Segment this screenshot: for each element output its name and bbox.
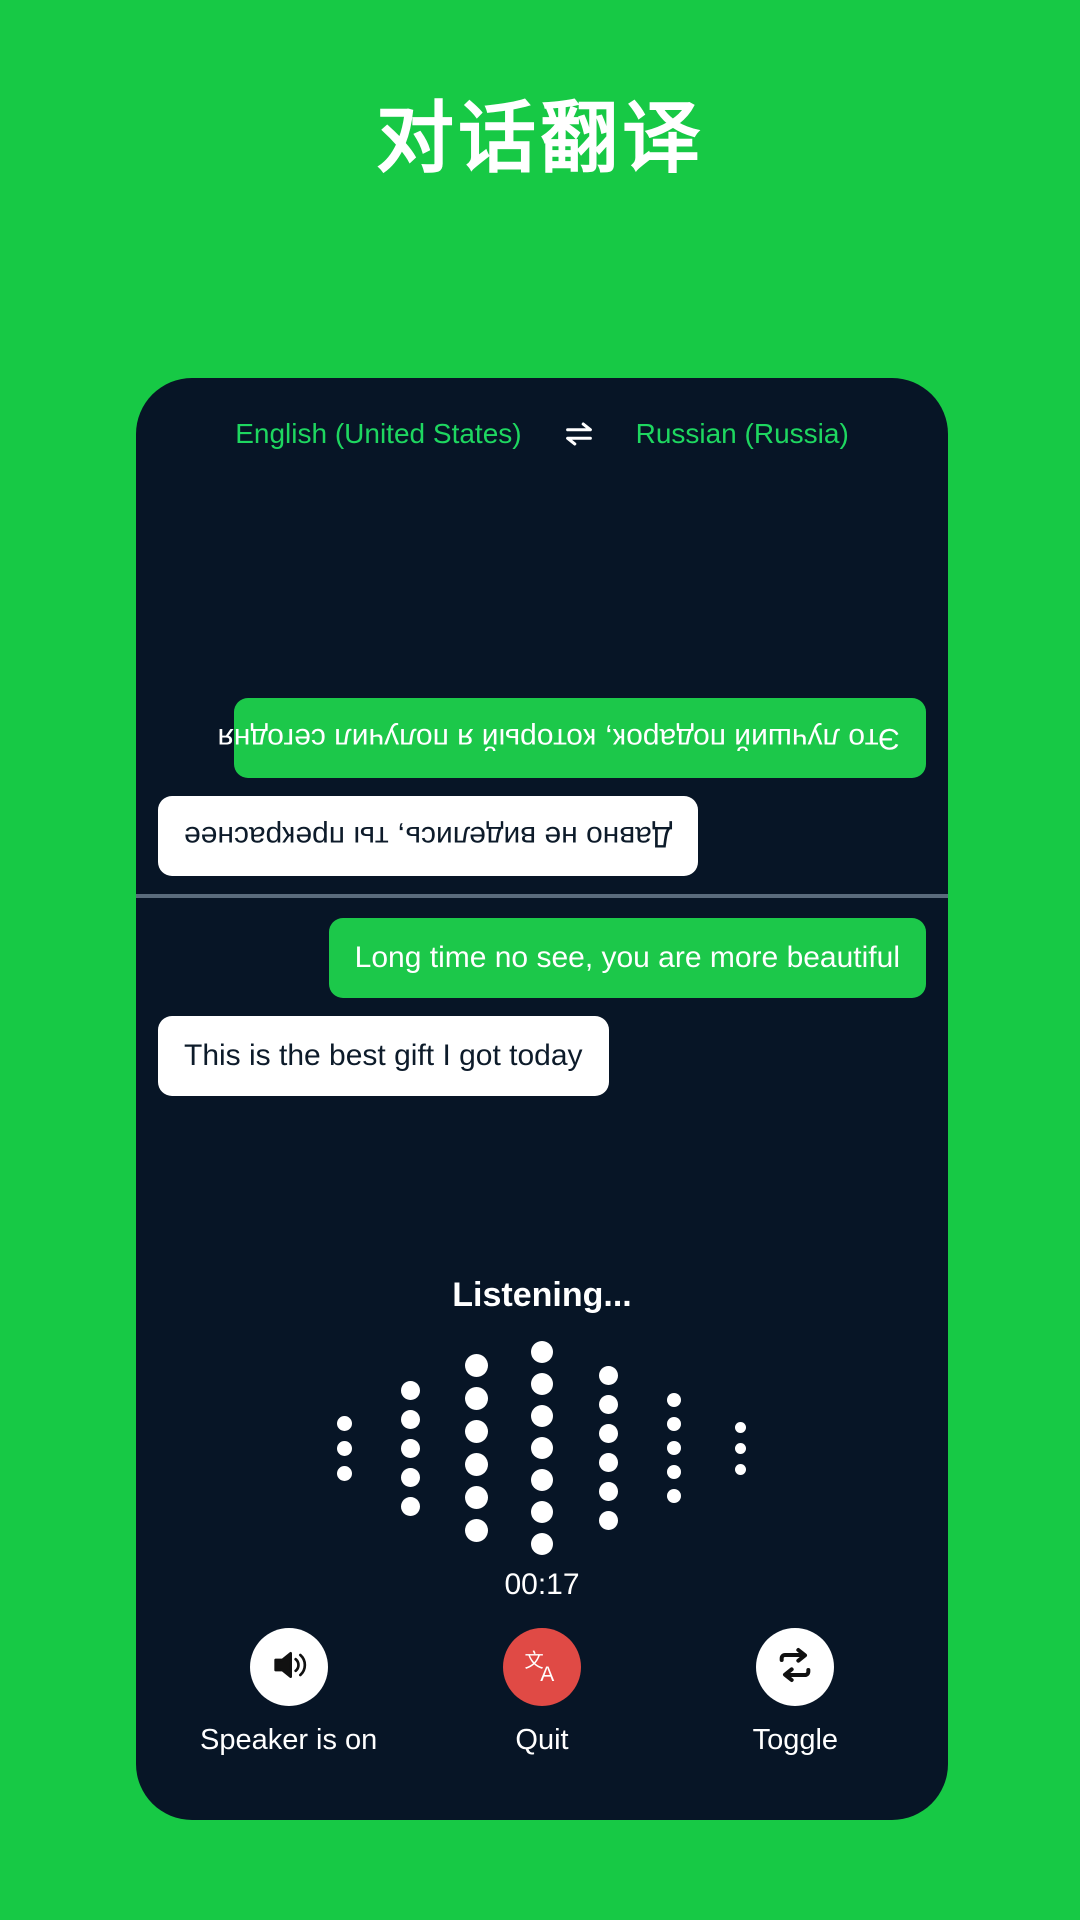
message-row: This is the best gift I got today bbox=[158, 1016, 926, 1096]
visualizer-dot bbox=[464, 1453, 488, 1476]
message-bubble[interactable]: This is the best gift I got today bbox=[158, 1016, 609, 1096]
visualizer-dot bbox=[667, 1465, 681, 1479]
source-language-label[interactable]: English (United States) bbox=[235, 418, 521, 450]
visualizer-column bbox=[575, 1361, 641, 1535]
source-conversation-pane: Long time no see, you are more beautiful… bbox=[136, 900, 948, 1260]
language-bar: English (United States) Russian (Russia) bbox=[136, 402, 948, 466]
phone-card: English (United States) Russian (Russia)… bbox=[136, 378, 948, 1820]
message-bubble[interactable]: Long time no see, you are more beautiful bbox=[328, 918, 926, 998]
svg-text:A: A bbox=[540, 1663, 554, 1686]
toggle-button-circle[interactable] bbox=[756, 1628, 835, 1706]
recording-timer: 00:17 bbox=[504, 1568, 580, 1601]
visualizer-dot bbox=[531, 1341, 553, 1363]
listening-status-label: Listening... bbox=[452, 1276, 632, 1314]
visualizer-dot bbox=[464, 1519, 488, 1542]
visualizer-dot bbox=[400, 1496, 420, 1516]
visualizer-dot bbox=[734, 1463, 746, 1475]
visualizer-dot bbox=[336, 1415, 352, 1431]
translated-conversation-pane: Это лучший подарок, который я получил се… bbox=[136, 466, 948, 894]
visualizer-dot bbox=[400, 1467, 420, 1487]
translate-icon: 文 A bbox=[521, 1644, 563, 1690]
visualizer-dot bbox=[598, 1511, 618, 1530]
visualizer-dot bbox=[598, 1424, 618, 1443]
swap-repeat-icon bbox=[775, 1645, 815, 1690]
visualizer-dot bbox=[598, 1366, 618, 1385]
visualizer-dot bbox=[464, 1354, 488, 1377]
message-bubble[interactable]: Это лучший подарок, который я получил се… bbox=[218, 698, 926, 778]
visualizer-dot bbox=[734, 1421, 746, 1433]
swap-horizontal-icon[interactable] bbox=[562, 417, 596, 451]
pane-divider bbox=[136, 894, 948, 898]
visualizer-dot bbox=[531, 1469, 553, 1491]
page-title: 对话翻译 bbox=[375, 94, 704, 182]
visualizer-dot bbox=[336, 1465, 352, 1481]
visualizer-dot bbox=[667, 1441, 681, 1455]
visualizer-dot bbox=[464, 1486, 488, 1509]
message-row: Long time no see, you are more beautiful bbox=[158, 918, 926, 998]
control-bar: Speaker is on 文 A Quit Toggle bbox=[136, 1628, 948, 1757]
visualizer-column bbox=[641, 1388, 707, 1508]
visualizer-dot bbox=[531, 1437, 553, 1459]
visualizer-dot bbox=[531, 1533, 553, 1555]
visualizer-dot bbox=[464, 1387, 488, 1410]
audio-visualizer bbox=[136, 1338, 948, 1558]
speaker-button-label: Speaker is on bbox=[199, 1724, 378, 1756]
visualizer-dot bbox=[598, 1482, 618, 1501]
quit-button-circle[interactable]: 文 A bbox=[502, 1628, 581, 1706]
visualizer-dot bbox=[734, 1442, 746, 1454]
visualizer-dot bbox=[336, 1440, 352, 1456]
visualizer-column bbox=[443, 1349, 509, 1547]
message-bubble[interactable]: Давно не виделись, ты прекраснее bbox=[158, 796, 699, 876]
visualizer-dot bbox=[531, 1501, 553, 1523]
toggle-button-label: Toggle bbox=[752, 1724, 839, 1756]
visualizer-dot bbox=[667, 1489, 681, 1503]
visualizer-dot bbox=[667, 1417, 681, 1431]
visualizer-column bbox=[377, 1376, 443, 1521]
speaker-button-circle[interactable] bbox=[249, 1628, 328, 1706]
speaker-on-icon bbox=[269, 1645, 309, 1690]
visualizer-dot bbox=[531, 1373, 553, 1395]
message-row: Это лучший подарок, который я получил се… bbox=[158, 698, 926, 778]
message-row: Давно не виделись, ты прекраснее bbox=[158, 796, 926, 876]
visualizer-dot bbox=[531, 1405, 553, 1427]
visualizer-dot bbox=[464, 1420, 488, 1443]
visualizer-dot bbox=[400, 1380, 420, 1400]
visualizer-column bbox=[509, 1336, 575, 1560]
visualizer-dot bbox=[400, 1409, 420, 1429]
target-language-label[interactable]: Russian (Russia) bbox=[636, 418, 849, 450]
visualizer-dot bbox=[400, 1438, 420, 1458]
visualizer-dot bbox=[598, 1395, 618, 1414]
quit-button-label: Quit bbox=[515, 1724, 569, 1756]
visualizer-dot bbox=[667, 1393, 681, 1407]
visualizer-dot bbox=[598, 1453, 618, 1472]
toggle-button[interactable]: Toggle bbox=[680, 1628, 910, 1757]
speaker-button[interactable]: Speaker is on bbox=[174, 1628, 404, 1757]
visualizer-column bbox=[311, 1411, 377, 1486]
visualizer-column bbox=[707, 1417, 773, 1480]
quit-button[interactable]: 文 A Quit bbox=[427, 1628, 657, 1757]
